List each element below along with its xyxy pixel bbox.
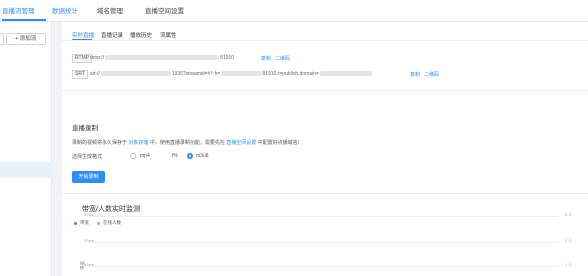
start-recording-button[interactable]: 开始录制 — [72, 171, 105, 183]
legend-bandwidth[interactable]: 带宽 — [80, 220, 89, 226]
chart-gridline — [92, 242, 558, 243]
top-navbar: 直播流管理 数据统计 域名管理 直播空间设置 — [0, 0, 588, 22]
subtab-records[interactable]: 直播记录 — [101, 31, 123, 39]
chart-gridline — [92, 216, 558, 217]
srt-tag: SRT — [72, 70, 88, 79]
redacted-text — [319, 71, 372, 77]
legend-viewers[interactable]: 在线人数 — [103, 220, 121, 226]
subtab-divider — [62, 40, 588, 41]
subtab-properties[interactable]: 流属性 — [160, 31, 177, 39]
chart-gridline — [92, 266, 558, 267]
stream-sidebar: + 添加流 — [0, 22, 52, 276]
redacted-text — [105, 55, 220, 61]
add-stream-button[interactable]: + 添加流 — [6, 33, 46, 45]
right-tick-label: 2 人 — [565, 238, 573, 243]
srt-qrcode-link[interactable]: 二维码 — [424, 71, 439, 78]
section-divider — [62, 90, 588, 91]
rtmp-qrcode-link[interactable]: 二维码 — [275, 55, 290, 62]
subtab-live[interactable]: 实时直播 — [72, 31, 94, 39]
legend-viewers-dot — [97, 222, 100, 225]
m3u8-radio[interactable] — [187, 153, 193, 159]
tab-statistics[interactable]: 数据统计 — [52, 5, 78, 15]
section-divider — [62, 193, 588, 194]
rtmp-url[interactable]: rtmp://81910 — [90, 53, 234, 63]
right-tick-label: 3 人 — [565, 212, 573, 217]
redacted-text — [221, 71, 262, 77]
recording-description: 录制的视频将永久保存于 对象存储 中。使用直播录制功能，需要先在 直播空间设置 … — [72, 140, 300, 146]
recording-title: 直播录制 — [72, 125, 98, 132]
m3u8-label: m3u8 — [196, 153, 209, 159]
srt-copy-link[interactable]: 复制 — [410, 71, 420, 78]
selected-stream-item[interactable] — [0, 162, 52, 178]
search-input[interactable] — [0, 33, 4, 45]
right-tick-label: 1 人 — [565, 262, 573, 267]
tab-stream-management[interactable]: 直播流管理 — [2, 5, 35, 15]
y-axis-label: 带宽 — [80, 261, 85, 270]
mp4-suffix: f% — [172, 153, 178, 159]
mp4-radio[interactable] — [130, 153, 136, 159]
mp4-label: mp4 — [140, 153, 150, 159]
stream-detail-panel: 实时直播 直播记录 播放历史 流属性 RTMP rtmp://81910 复制 … — [62, 22, 588, 276]
space-settings-link[interactable]: 直播空间设置 — [226, 140, 256, 146]
legend-bandwidth-dot — [74, 222, 77, 225]
rtmp-copy-link[interactable]: 复制 — [261, 55, 271, 62]
subtab-history[interactable]: 播放历史 — [130, 31, 152, 39]
redacted-text — [100, 71, 171, 77]
tab-domain-management[interactable]: 域名管理 — [97, 5, 123, 15]
object-storage-link[interactable]: 对象存储 — [128, 140, 148, 146]
format-label: 选择生成格式 — [72, 154, 103, 160]
tab-space-settings[interactable]: 直播空间设置 — [145, 5, 184, 15]
active-tab-indicator — [2, 19, 46, 21]
srt-url[interactable]: srt://1935?streamid=#!::h= 81910,r=publis… — [90, 69, 373, 79]
